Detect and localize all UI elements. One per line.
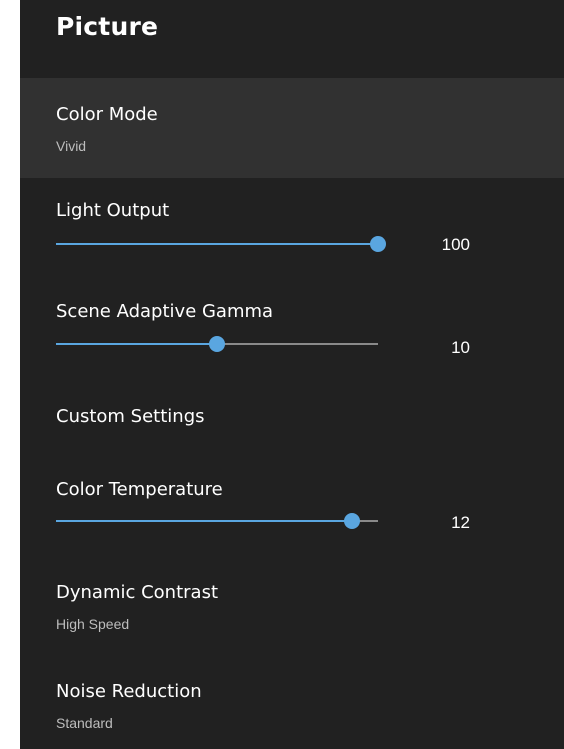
slider-thumb[interactable] xyxy=(370,236,386,252)
custom-settings-label: Custom Settings xyxy=(56,406,205,427)
light-output-value: 100 xyxy=(441,235,470,254)
menu-item-color-temperature[interactable]: Color Temperature 12 xyxy=(20,463,564,568)
picture-settings-panel: Picture Color Mode Vivid Light Output 10… xyxy=(20,0,564,749)
dynamic-contrast-label: Dynamic Contrast xyxy=(56,582,219,603)
slider-fill xyxy=(56,520,353,522)
slider-thumb[interactable] xyxy=(344,513,361,529)
slider-fill xyxy=(56,243,378,245)
slider-fill xyxy=(56,343,217,345)
scene-adaptive-gamma-slider[interactable] xyxy=(56,336,378,352)
scene-adaptive-gamma-label: Scene Adaptive Gamma xyxy=(56,301,274,322)
color-temperature-value: 12 xyxy=(451,513,470,532)
color-temperature-label: Color Temperature xyxy=(56,479,223,500)
menu-item-color-mode[interactable]: Color Mode Vivid xyxy=(20,78,564,178)
color-temperature-slider[interactable] xyxy=(56,513,378,529)
page-title: Picture xyxy=(56,12,159,41)
noise-reduction-label: Noise Reduction xyxy=(56,681,202,702)
noise-reduction-value: Standard xyxy=(56,715,113,731)
light-output-label: Light Output xyxy=(56,200,170,221)
scene-adaptive-gamma-value: 10 xyxy=(451,338,470,357)
menu-item-custom-settings[interactable]: Custom Settings xyxy=(20,373,564,463)
color-mode-value: Vivid xyxy=(56,138,87,154)
menu-item-dynamic-contrast[interactable]: Dynamic Contrast High Speed xyxy=(20,568,564,663)
color-mode-label: Color Mode xyxy=(56,104,158,125)
menu-item-scene-adaptive-gamma[interactable]: Scene Adaptive Gamma 10 xyxy=(20,273,564,373)
dynamic-contrast-value: High Speed xyxy=(56,616,130,632)
menu-item-light-output[interactable]: Light Output 100 xyxy=(20,178,564,273)
menu-item-noise-reduction[interactable]: Noise Reduction Standard xyxy=(20,663,564,749)
slider-thumb[interactable] xyxy=(209,336,225,352)
light-output-slider[interactable] xyxy=(56,236,386,252)
